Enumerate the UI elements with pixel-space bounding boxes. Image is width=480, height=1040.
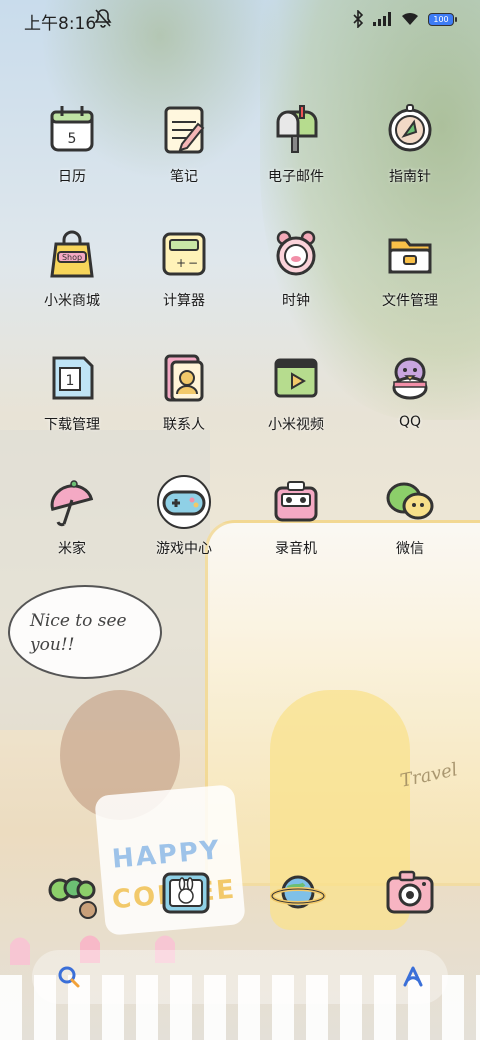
app-qq[interactable]: QQ [354, 346, 466, 430]
app-game-center[interactable]: 游戏中心 [128, 470, 240, 558]
gamepad-icon [152, 470, 216, 534]
notes-icon [152, 98, 216, 162]
calendar-date: 5 [68, 131, 77, 147]
app-file-manager[interactable]: 文件管理 [354, 222, 466, 310]
dock-app[interactable] [378, 860, 442, 924]
battery-level: 100 [433, 14, 449, 24]
compass-icon [378, 98, 442, 162]
bluetooth-icon [353, 10, 364, 28]
mailbox-icon [264, 98, 328, 162]
wallpaper-speech-bubble: Nice to see you!! [8, 585, 162, 679]
status-bar: 上午8:16 100 [0, 0, 480, 40]
dock-app[interactable] [154, 860, 218, 924]
search-icon[interactable] [56, 964, 82, 990]
app-label: QQ [398, 414, 422, 430]
wifi-icon [402, 12, 418, 25]
app-label: 录音机 [275, 541, 317, 557]
search-bar[interactable] [32, 950, 448, 1004]
home-screen: Nice to see you!! HAPPY COFFEE Travel 上午… [0, 0, 480, 1040]
app-calculator[interactable]: + − 计算器 [128, 222, 240, 310]
app-label: 小米视频 [268, 417, 324, 433]
svg-text:+: + [176, 256, 186, 270]
planet-icon [270, 875, 326, 909]
folder-icon [378, 222, 442, 286]
app-mi-video[interactable]: 小米视频 [240, 346, 352, 434]
caterpillar-icon [48, 877, 97, 919]
calculator-icon: + − [152, 222, 216, 286]
app-mi-store[interactable]: Shop 小米商城 [16, 222, 128, 310]
speech-bubble-text: Nice to see you!! [30, 611, 127, 655]
signal-icon [373, 12, 391, 26]
umbrella-icon [40, 470, 104, 534]
dock-app[interactable] [40, 862, 104, 926]
app-calendar[interactable]: 5 日历 [16, 98, 128, 186]
assistant-icon[interactable] [400, 964, 426, 990]
app-wechat[interactable]: 微信 [354, 470, 466, 558]
download-icon: 1 [40, 346, 104, 410]
app-label: 时钟 [282, 293, 310, 309]
recorder-icon [264, 470, 328, 534]
video-icon [264, 346, 328, 410]
bunny-tv-icon [162, 872, 210, 914]
download-badge: 1 [66, 373, 75, 389]
app-label: 小米商城 [44, 293, 100, 309]
shopping-bag-icon: Shop [40, 222, 104, 286]
app-mi-home[interactable]: 米家 [16, 470, 128, 558]
dock-app[interactable] [266, 860, 330, 924]
calendar-icon: 5 [40, 98, 104, 162]
status-time: 上午8:16 [24, 14, 97, 34]
do-not-disturb-icon [94, 9, 112, 28]
app-label: 微信 [396, 541, 424, 557]
penguin-icon [378, 346, 442, 410]
battery-icon: 100 [428, 12, 457, 26]
camera-icon [386, 870, 434, 914]
app-contacts[interactable]: 联系人 [128, 346, 240, 434]
svg-text:−: − [188, 256, 198, 270]
app-notes[interactable]: 笔记 [128, 98, 240, 186]
app-label: 指南针 [389, 169, 431, 185]
app-compass[interactable]: 指南针 [354, 98, 466, 186]
clock-icon [264, 222, 328, 286]
contacts-icon [152, 346, 216, 410]
app-label: 下载管理 [44, 417, 100, 433]
app-label: 笔记 [170, 169, 198, 185]
app-label: 游戏中心 [156, 541, 212, 557]
app-label: 电子邮件 [268, 169, 324, 185]
app-label: 计算器 [163, 293, 205, 309]
app-label: 文件管理 [382, 293, 438, 309]
app-label: 米家 [58, 541, 86, 557]
app-label: 日历 [58, 169, 86, 185]
app-recorder[interactable]: 录音机 [240, 470, 352, 558]
shop-text: Shop [62, 253, 82, 262]
app-email[interactable]: 电子邮件 [240, 98, 352, 186]
app-clock[interactable]: 时钟 [240, 222, 352, 310]
app-label: 联系人 [163, 417, 205, 433]
wechat-icon [378, 470, 442, 534]
app-downloads[interactable]: 1 下载管理 [16, 346, 128, 434]
